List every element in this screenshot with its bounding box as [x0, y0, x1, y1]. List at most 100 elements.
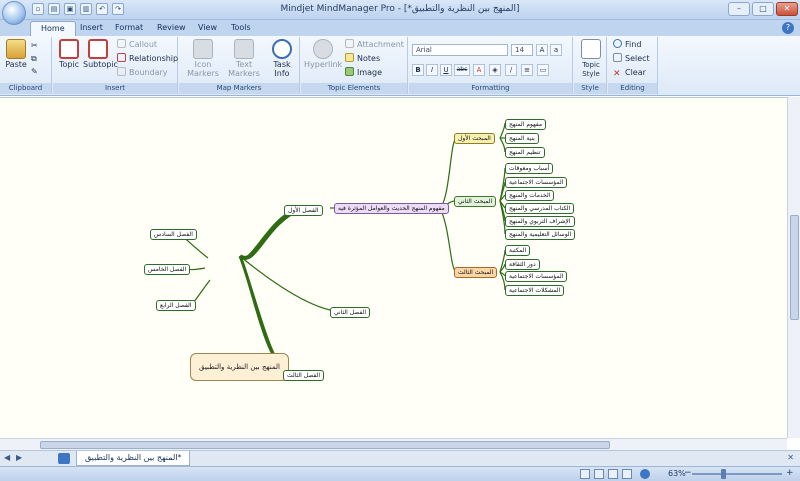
vertical-scrollbar[interactable] — [787, 97, 800, 438]
app-window: ▫ ▤ ▣ ▥ ↶ ↷ Mindjet MindManager Pro - [*… — [0, 0, 800, 481]
copy-icon[interactable]: ⧉ — [31, 53, 37, 64]
sub-topic[interactable]: الوسائل التعليمية والمنهج — [505, 229, 576, 240]
font-size-select[interactable]: 14 — [511, 44, 533, 56]
sub-topic[interactable]: بنية المنهج — [505, 133, 539, 144]
vertical-scroll-thumb[interactable] — [790, 215, 799, 320]
tab-scroll-right-icon[interactable]: ▶ — [16, 453, 22, 462]
sub-topic[interactable]: المشكلات الاجتماعية — [505, 285, 565, 296]
sub-topic[interactable]: دور الثقافة — [505, 259, 540, 270]
icon-markers-button[interactable]: Icon Markers — [185, 39, 221, 78]
chapter-2-topic[interactable]: الفصل الثاني — [330, 307, 370, 318]
font-family-select[interactable]: Arial — [412, 44, 508, 56]
hyperlink-icon — [313, 39, 333, 59]
notes-button[interactable]: Notes — [345, 53, 380, 64]
document-tab[interactable]: المنهج بين النظرية والتطبيق* — [76, 451, 191, 466]
shrink-font-icon[interactable]: a — [550, 44, 562, 56]
topic-style-button[interactable]: Topic Style — [576, 39, 606, 78]
group-style: Topic Style Style — [574, 37, 607, 94]
application-button[interactable] — [2, 1, 26, 25]
callout-button[interactable]: Callout — [117, 39, 157, 50]
task-info-button[interactable]: Task Info — [265, 39, 299, 78]
ribbon: Paste ✂ ⧉ ✎ Clipboard Topic Subtopic Cal… — [0, 36, 800, 96]
shape-icon[interactable]: ▭ — [537, 64, 549, 76]
map-canvas[interactable]: المنهج بين النظرية والتطبيق الفصل الأول … — [0, 97, 787, 455]
attachment-button[interactable]: Attachment — [345, 39, 404, 50]
zoom-in-icon[interactable]: + — [786, 468, 794, 478]
zoom-slider-handle[interactable] — [721, 469, 726, 479]
subtopic-button[interactable]: Subtopic — [83, 39, 118, 69]
sub-topic[interactable]: الكتاب المدرسي والمنهج — [505, 203, 575, 214]
chapter-5-topic[interactable]: الفصل الخامس — [144, 264, 191, 275]
central-topic[interactable]: المنهج بين النظرية والتطبيق — [190, 353, 289, 381]
close-document-icon[interactable]: ✕ — [787, 453, 794, 462]
section-1-topic[interactable]: المبحث الأول — [454, 133, 495, 144]
cut-icon[interactable]: ✂ — [31, 40, 38, 51]
ribbon-tabs: Home Insert Format Review View Tools ? — [0, 20, 800, 36]
group-clipboard: Paste ✂ ⧉ ✎ Clipboard — [0, 37, 52, 94]
minimize-button[interactable]: – — [728, 2, 750, 16]
italic-button[interactable]: I — [426, 64, 438, 76]
chapter-4-topic[interactable]: الفصل الرابع — [156, 300, 196, 311]
horizontal-scroll-thumb[interactable] — [40, 441, 610, 449]
align-icon[interactable]: ≡ — [521, 64, 533, 76]
filter-icon[interactable] — [622, 469, 632, 479]
bold-button[interactable]: B — [412, 64, 424, 76]
select-button[interactable]: Select — [613, 53, 650, 64]
sub-topic[interactable]: تنظيم المنهج — [505, 147, 545, 158]
view-normal-icon[interactable] — [580, 469, 590, 479]
strikethrough-button[interactable]: abc — [454, 64, 470, 76]
fill-color-icon[interactable]: ◈ — [489, 64, 501, 76]
section-3-topic[interactable]: المبحث الثالث — [454, 267, 498, 278]
chapter-6-topic[interactable]: الفصل السادس — [150, 229, 197, 240]
topic-style-icon — [581, 39, 601, 59]
group-editing: Find Select ✕ Clear Editing — [608, 37, 658, 94]
group-label: Insert — [53, 83, 177, 94]
hyperlink-button[interactable]: Hyperlink — [304, 39, 342, 69]
chapter-1-topic[interactable]: الفصل الأول — [284, 205, 323, 216]
font-color-icon[interactable]: A — [473, 64, 485, 76]
view-gantt-icon[interactable] — [608, 469, 618, 479]
find-button[interactable]: Find — [613, 39, 641, 50]
tab-home[interactable]: Home — [30, 21, 76, 36]
close-button[interactable]: ✕ — [776, 2, 798, 16]
zoom-out-icon[interactable]: − — [684, 468, 692, 478]
paste-button[interactable]: Paste — [4, 39, 28, 69]
sub-topic[interactable]: المؤسسات الاجتماعية — [505, 177, 568, 188]
format-painter-icon[interactable]: ✎ — [31, 66, 38, 77]
text-markers-button[interactable]: Text Markers — [223, 39, 265, 78]
sub-topic[interactable]: الخدمات والمنهج — [505, 190, 555, 201]
tab-tools[interactable]: Tools — [221, 21, 261, 36]
sub-topic[interactable]: الإشراف التربوي والمنهج — [505, 216, 575, 227]
view-outline-icon[interactable] — [594, 469, 604, 479]
horizontal-scrollbar[interactable] — [0, 438, 787, 450]
zoom-slider[interactable] — [692, 473, 782, 475]
group-label: Clipboard — [0, 83, 51, 94]
help-icon[interactable]: ? — [782, 22, 794, 34]
map-document-icon — [58, 453, 70, 464]
sub-topic[interactable]: مفهوم المنهج — [505, 119, 547, 130]
chapter-1-main-topic[interactable]: مفهوم المنهج الحديث والعوامل المؤثرة فيه — [334, 203, 449, 214]
topic-button[interactable]: Topic — [56, 39, 82, 69]
tab-scroll-left-icon[interactable]: ◀ — [4, 453, 10, 462]
underline-button[interactable]: U — [440, 64, 452, 76]
notes-icon — [345, 53, 354, 62]
boundary-button[interactable]: Boundary — [117, 67, 168, 78]
section-2-topic[interactable]: المبحث الثاني — [454, 196, 497, 207]
fit-map-icon[interactable] — [640, 469, 650, 479]
clear-button[interactable]: ✕ Clear — [613, 67, 646, 79]
sub-topic[interactable]: المكتبة — [505, 245, 531, 256]
maximize-button[interactable]: □ — [752, 2, 774, 16]
grow-font-icon[interactable]: A — [536, 44, 548, 56]
select-icon — [613, 53, 622, 62]
icon-markers-icon — [193, 39, 213, 59]
line-color-icon[interactable]: ∕ — [505, 64, 517, 76]
image-button[interactable]: Image — [345, 67, 382, 78]
paperclip-icon — [345, 39, 354, 48]
sub-topic[interactable]: المؤسسات الاجتماعية — [505, 271, 568, 282]
tab-format[interactable]: Format — [105, 21, 153, 36]
group-label: Style — [574, 83, 606, 94]
chapter-3-topic[interactable]: الفصل الثالث — [283, 370, 325, 381]
sub-topic[interactable]: أسباب ومعوقات — [505, 163, 554, 174]
relationship-button[interactable]: Relationship — [117, 53, 178, 64]
group-label: Editing — [608, 83, 657, 94]
